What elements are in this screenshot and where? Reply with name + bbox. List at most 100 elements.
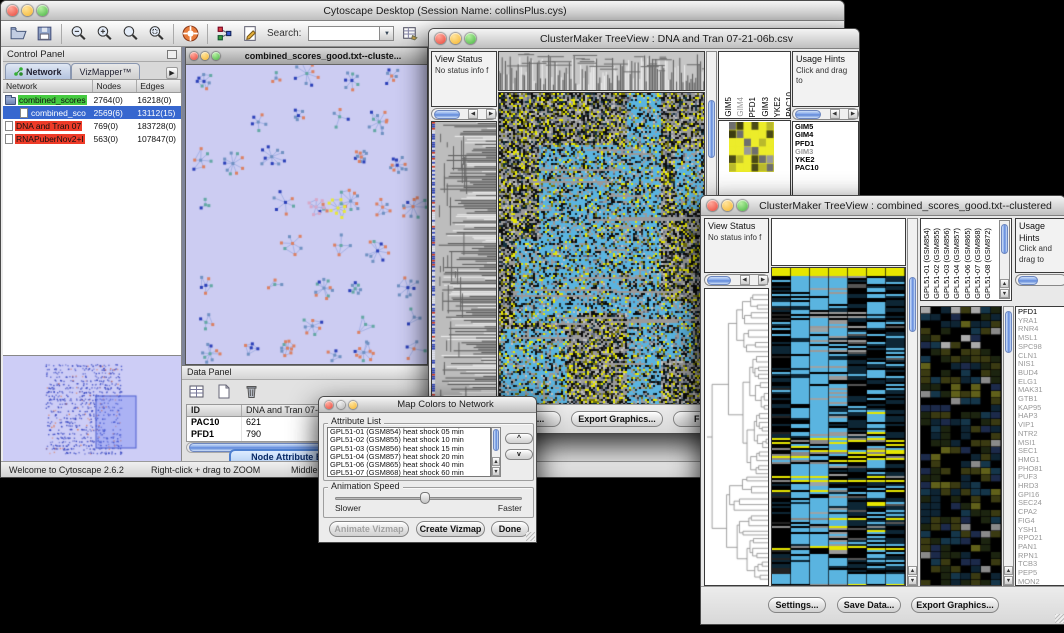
minimize-button[interactable] xyxy=(450,33,461,44)
scrollbar-thumb[interactable] xyxy=(1001,224,1008,254)
column-label[interactable]: GPL51-08 (GSM872) xyxy=(984,228,993,299)
tv1-left-hscrollbar[interactable]: ◀ ▶ xyxy=(431,108,497,120)
column-label[interactable]: YKE2 xyxy=(773,97,782,117)
network-canvas[interactable] xyxy=(186,65,427,364)
tv2-titlebar[interactable]: ClusterMaker TreeView : combined_scores_… xyxy=(701,196,1064,216)
close-button[interactable] xyxy=(325,401,333,409)
column-label[interactable]: GPL51-06 (GSM865) xyxy=(964,228,973,299)
minimize-button[interactable] xyxy=(22,5,33,16)
done-button[interactable]: Done xyxy=(491,521,529,537)
zoom-selected-icon[interactable] xyxy=(147,24,166,43)
tv2-heatmap[interactable] xyxy=(771,267,906,586)
scroll-right-icon[interactable]: ▶ xyxy=(758,275,768,285)
scroll-right-icon[interactable]: ▶ xyxy=(486,109,496,119)
export-graphics-button[interactable]: Export Graphics... xyxy=(571,411,663,427)
scroll-down-icon[interactable]: ▼ xyxy=(908,576,917,585)
attribute-table-icon[interactable] xyxy=(401,24,420,43)
tv2-left-hscrollbar[interactable]: ◀ ▶ xyxy=(704,274,769,286)
help-lifering-icon[interactable] xyxy=(181,24,200,43)
speed-slider-thumb[interactable] xyxy=(420,492,430,504)
open-file-icon[interactable] xyxy=(9,24,28,43)
settings-button[interactable]: Settings... xyxy=(768,597,826,613)
vizmap-nodes-icon[interactable] xyxy=(215,24,234,43)
create-vizmap-button[interactable]: Create Vizmap xyxy=(416,521,485,537)
minimize-button[interactable] xyxy=(201,52,209,60)
scroll-up-icon[interactable]: ▲ xyxy=(1000,279,1009,288)
float-panel-icon[interactable] xyxy=(167,50,177,59)
scroll-up-icon[interactable]: ▲ xyxy=(1004,566,1013,575)
main-titlebar[interactable]: Cytoscape Desktop (Session Name: collins… xyxy=(1,1,844,21)
scroll-down-icon[interactable]: ▼ xyxy=(492,467,500,476)
tv2-vscrollbar[interactable]: ▲ ▼ xyxy=(907,218,918,586)
network-window-titlebar[interactable]: combined_scores_good.txt--cluste... xyxy=(186,48,427,65)
table-row[interactable]: combined_scores 2764(0) 16218(0) xyxy=(3,93,181,106)
minimize-button[interactable] xyxy=(722,200,733,211)
tv2-zoom-heatmap[interactable] xyxy=(920,306,1002,586)
col-header-id[interactable]: ID xyxy=(187,405,242,416)
save-icon[interactable] xyxy=(35,24,54,43)
scroll-down-icon[interactable]: ▼ xyxy=(1004,576,1013,585)
column-label[interactable]: GIM3 xyxy=(761,97,770,117)
save-data-button[interactable]: Save Data... xyxy=(837,597,901,613)
scroll-left-icon[interactable]: ◀ xyxy=(740,275,750,285)
search-dropdown-icon[interactable]: ▼ xyxy=(380,26,394,41)
tv1-column-dendrogram[interactable] xyxy=(498,51,705,91)
new-attribute-icon[interactable] xyxy=(215,383,232,400)
tv2-right-hscrollbar[interactable] xyxy=(1015,274,1064,286)
scrollbar-thumb[interactable] xyxy=(1005,311,1012,353)
scrollbar-thumb[interactable] xyxy=(493,429,499,451)
tv2-row-dendrogram[interactable] xyxy=(704,288,769,586)
close-button[interactable] xyxy=(190,52,198,60)
tab-vizmapper[interactable]: VizMapper™ xyxy=(71,63,141,79)
resize-grip[interactable] xyxy=(526,532,535,541)
table-row-selected[interactable]: combined_sco 2569(6) 13112(15) xyxy=(3,106,181,119)
table-row[interactable]: DNA and Tran 07 769(0) 183728(0) xyxy=(3,119,181,132)
animate-vizmap-button[interactable]: Animate Vizmap xyxy=(329,521,409,537)
search-input[interactable] xyxy=(308,26,380,41)
zoom-window-button[interactable] xyxy=(37,5,48,16)
tv1-right-hscrollbar[interactable]: ◀ ▶ xyxy=(792,108,859,120)
tab-overflow-arrow-icon[interactable]: ▶ xyxy=(166,67,178,79)
zoom-window-button[interactable] xyxy=(465,33,476,44)
dialog-titlebar[interactable]: Map Colors to Network xyxy=(319,397,536,413)
column-label[interactable]: PAC10 xyxy=(785,92,791,117)
minimize-button[interactable] xyxy=(337,401,345,409)
attribute-list-item[interactable]: GPL51-07 (GSM868) heat shock 60 min xyxy=(330,469,490,477)
labels-vscrollbar[interactable]: ▲ ▼ xyxy=(999,220,1010,299)
tv1-heatmap[interactable] xyxy=(498,92,705,406)
column-label[interactable]: PFD1 xyxy=(748,97,757,117)
zoom-window-button[interactable] xyxy=(349,401,357,409)
gene-label[interactable]: MON2 xyxy=(1018,578,1064,586)
close-button[interactable] xyxy=(435,33,446,44)
tab-network[interactable]: Network xyxy=(5,63,71,79)
annotation-icon[interactable] xyxy=(241,24,260,43)
listbox-vscrollbar[interactable]: ▲ ▼ xyxy=(491,427,501,477)
move-up-button[interactable]: ^ xyxy=(505,433,533,444)
scrollbar-thumb[interactable] xyxy=(434,110,460,119)
zoom-fit-icon[interactable] xyxy=(121,24,140,43)
scrollbar-thumb[interactable] xyxy=(708,100,715,158)
column-label[interactable]: GPL51-07 (GSM868) xyxy=(974,228,983,299)
column-label[interactable]: GPL51-04 (GSM857) xyxy=(953,228,962,299)
table-row[interactable]: RNAPuberNov2+I 563(0) 107847(0) xyxy=(3,132,181,145)
scroll-left-icon[interactable]: ◀ xyxy=(830,109,840,119)
close-button[interactable] xyxy=(7,5,18,16)
scroll-up-icon[interactable]: ▲ xyxy=(492,457,500,466)
scroll-up-icon[interactable]: ▲ xyxy=(908,566,917,575)
scroll-left-icon[interactable]: ◀ xyxy=(468,109,478,119)
scrollbar-thumb[interactable] xyxy=(1018,276,1038,285)
column-label[interactable]: GIM4 xyxy=(736,97,745,117)
export-graphics-button[interactable]: Export Graphics... xyxy=(911,597,999,613)
column-label[interactable]: GPL51-02 (GSM855) xyxy=(933,228,942,299)
tv1-row-dendrogram[interactable] xyxy=(431,121,497,406)
tv2-zoom-vscrollbar[interactable]: ▲ ▼ xyxy=(1003,306,1014,586)
scrollbar-thumb[interactable] xyxy=(707,276,731,285)
column-label[interactable]: GIM5 xyxy=(724,97,733,117)
close-button[interactable] xyxy=(707,200,718,211)
attribute-select-icon[interactable] xyxy=(188,383,205,400)
tv2-column-dendrogram-empty[interactable] xyxy=(771,218,906,266)
zoom-in-icon[interactable] xyxy=(95,24,114,43)
zoom-window-button[interactable] xyxy=(212,52,220,60)
birdseye-view[interactable] xyxy=(3,355,181,461)
gene-label[interactable]: PAC10 xyxy=(795,164,858,172)
